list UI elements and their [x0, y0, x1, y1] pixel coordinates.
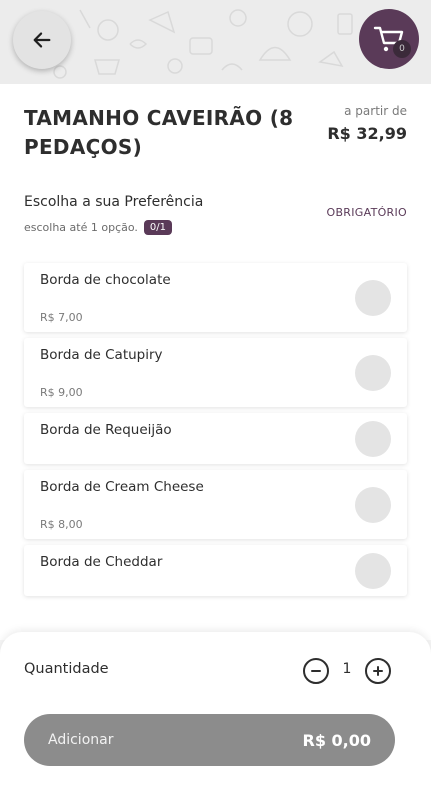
quantity-increase-button[interactable]: [365, 658, 391, 684]
option-price: R$ 8,00: [40, 518, 83, 531]
option-radio[interactable]: [355, 280, 391, 316]
selection-count-badge: 0/1: [143, 220, 172, 235]
add-button-label: Adicionar: [48, 732, 114, 748]
back-button[interactable]: [13, 11, 71, 69]
cart-button[interactable]: [359, 9, 419, 69]
product-title: TAMANHO CAVEIRÃO (8 PEDAÇOS): [24, 106, 294, 159]
price-from-label: a partir de: [344, 104, 407, 118]
preference-subtitle: escolha até 1 opção. 0/1: [24, 220, 172, 235]
option-radio[interactable]: [355, 421, 391, 457]
arrow-left-icon: [33, 32, 51, 48]
preference-title: Escolha a sua Preferência: [24, 194, 204, 210]
option-borda-catupiry[interactable]: Borda de Catupiry R$ 9,00: [24, 338, 407, 407]
cart-count-badge: 0: [393, 40, 411, 58]
option-radio[interactable]: [355, 487, 391, 523]
required-label: OBRIGATÓRIO: [326, 206, 407, 219]
option-name: Borda de Requeijão: [40, 422, 172, 438]
option-borda-cheddar[interactable]: Borda de Cheddar: [24, 545, 407, 596]
option-borda-cream-cheese[interactable]: Borda de Cream Cheese R$ 8,00: [24, 470, 407, 539]
quantity-decrease-button[interactable]: [303, 658, 329, 684]
quantity-value: 1: [342, 661, 352, 677]
option-radio[interactable]: [355, 553, 391, 589]
add-button-total: R$ 0,00: [302, 730, 372, 750]
option-radio[interactable]: [355, 355, 391, 391]
preference-hint: escolha até 1 opção.: [24, 221, 138, 234]
option-name: Borda de Catupiry: [40, 347, 163, 363]
option-name: Borda de Cheddar: [40, 554, 163, 570]
quantity-label: Quantidade: [24, 661, 109, 677]
option-price: R$ 9,00: [40, 386, 83, 399]
option-price: R$ 7,00: [40, 311, 83, 324]
price-from-value: R$ 32,99: [327, 124, 407, 143]
plus-icon: [373, 666, 383, 676]
options-list: Borda de chocolate R$ 7,00 Borda de Catu…: [24, 263, 407, 602]
option-name: Borda de chocolate: [40, 272, 171, 288]
add-to-cart-button[interactable]: Adicionar R$ 0,00: [24, 714, 395, 766]
option-borda-chocolate[interactable]: Borda de chocolate R$ 7,00: [24, 263, 407, 332]
minus-icon: [311, 670, 321, 672]
option-name: Borda de Cream Cheese: [40, 479, 204, 495]
option-borda-requeijao[interactable]: Borda de Requeijão: [24, 413, 407, 464]
